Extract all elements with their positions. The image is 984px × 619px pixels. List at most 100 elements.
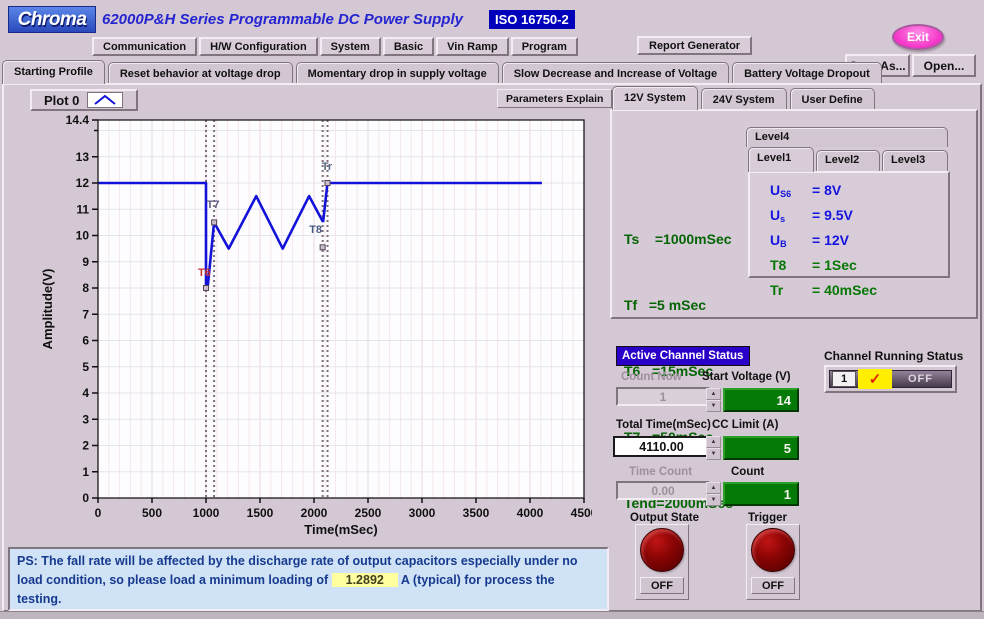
svg-text:14.4: 14.4: [66, 113, 90, 127]
trigger-knob[interactable]: [751, 528, 795, 572]
level-value-tr: Tr = 40mSec: [750, 280, 948, 305]
count-label: Count: [731, 466, 764, 478]
svg-text:500: 500: [142, 506, 162, 520]
count-control: ▲▼ 1: [706, 482, 799, 506]
level-value-us: Us = 9.5V: [750, 205, 948, 230]
start-voltage-control: ▲▼ 14: [706, 388, 799, 412]
svg-text:Amplitude(V): Amplitude(V): [40, 269, 55, 350]
tab-reset-behavior[interactable]: Reset behavior at voltage drop: [108, 62, 293, 84]
min-loading-value: 1.2892: [332, 573, 398, 587]
basic-button[interactable]: Basic: [383, 37, 434, 56]
svg-text:4000: 4000: [517, 506, 544, 520]
svg-text:2: 2: [82, 439, 89, 453]
tab-level4[interactable]: Level4: [746, 127, 948, 147]
menu-bar: Communication H/W Configuration System B…: [92, 37, 578, 56]
time-count-label: Time Count: [629, 466, 692, 478]
iso-standard-badge: ISO 16750-2: [489, 10, 575, 29]
svg-text:Tr: Tr: [322, 161, 333, 173]
svg-text:4: 4: [82, 386, 89, 400]
param-ts: Ts =1000mSec: [624, 228, 733, 250]
level-value-us6: US6 = 8V: [750, 180, 948, 205]
tab-24v-system[interactable]: 24V System: [701, 88, 787, 110]
svg-text:T6: T6: [198, 267, 211, 279]
waveform-caret-icon: [92, 94, 118, 106]
level-value-t8: T8 = 1Sec: [750, 255, 948, 280]
output-state-control: OFF: [635, 524, 689, 600]
svg-text:0: 0: [95, 506, 102, 520]
svg-text:2000: 2000: [301, 506, 328, 520]
count-now-field: 1: [616, 387, 710, 406]
level-value-ub: UB = 12V: [750, 230, 948, 255]
count-field[interactable]: 1: [723, 482, 799, 506]
output-state-label: Output State: [630, 512, 699, 524]
cc-limit-field[interactable]: 5: [723, 436, 799, 460]
svg-text:5: 5: [82, 360, 89, 374]
start-voltage-spinner[interactable]: ▲▼: [706, 388, 721, 412]
tab-momentary-drop[interactable]: Momentary drop in supply voltage: [296, 62, 499, 84]
svg-text:13: 13: [76, 150, 90, 164]
svg-text:Time(mSec): Time(mSec): [304, 522, 377, 537]
svg-text:11: 11: [76, 202, 89, 216]
tab-level3[interactable]: Level3: [882, 150, 948, 171]
start-voltage-label: Start Voltage (V): [702, 371, 791, 383]
param-tf: Tf =5 mSec: [624, 294, 733, 316]
total-time-label: Total Time(mSec): [616, 419, 711, 431]
ps-note: PS: The fall rate will be affected by th…: [8, 547, 609, 611]
tab-level2[interactable]: Level2: [816, 150, 880, 171]
svg-text:T8: T8: [309, 224, 322, 236]
svg-text:6: 6: [82, 334, 89, 348]
count-now-label: Count Now: [621, 371, 682, 383]
channel-check-icon: ✓: [858, 369, 892, 389]
tab-user-define[interactable]: User Define: [790, 88, 875, 110]
vin-ramp-button[interactable]: Vin Ramp: [436, 37, 509, 56]
report-generator-button[interactable]: Report Generator: [637, 36, 752, 55]
program-button[interactable]: Program: [511, 37, 578, 56]
svg-text:0: 0: [82, 491, 89, 505]
open-button[interactable]: Open...: [912, 54, 976, 77]
communication-button[interactable]: Communication: [92, 37, 197, 56]
hw-configuration-button[interactable]: H/W Configuration: [199, 37, 318, 56]
svg-text:12: 12: [76, 176, 90, 190]
time-count-field: 0.00: [616, 481, 710, 500]
channel-running-status-label: Channel Running Status: [824, 349, 963, 363]
channel-number: 1: [832, 371, 856, 387]
app-window: { "header": { "logo_text": "Chroma", "ti…: [0, 0, 984, 619]
count-spinner[interactable]: ▲▼: [706, 482, 721, 506]
svg-text:1500: 1500: [247, 506, 274, 520]
svg-text:3000: 3000: [409, 506, 436, 520]
svg-text:2500: 2500: [355, 506, 382, 520]
waveform-chart: 05001000150020002500300035004000450014.4…: [36, 106, 592, 540]
tab-12v-system[interactable]: 12V System: [612, 86, 698, 110]
tab-slow-decrease-increase[interactable]: Slow Decrease and Increase of Voltage: [502, 62, 729, 84]
channel-running-status-switch[interactable]: 1 ✓ OFF: [824, 365, 957, 393]
start-voltage-field[interactable]: 14: [723, 388, 799, 412]
svg-text:10: 10: [76, 229, 90, 243]
system-tabs: 12V System 24V System User Define: [612, 88, 878, 110]
channel-state: OFF: [892, 373, 949, 385]
svg-text:3500: 3500: [463, 506, 490, 520]
tab-starting-profile[interactable]: Starting Profile: [2, 60, 105, 84]
exit-button[interactable]: Exit: [892, 24, 944, 50]
total-time-field[interactable]: 4110.00: [613, 436, 710, 457]
svg-text:9: 9: [82, 255, 89, 269]
chroma-logo: Chroma: [8, 6, 96, 33]
output-state-knob[interactable]: [640, 528, 684, 572]
svg-text:3: 3: [82, 412, 89, 426]
trigger-indicator: OFF: [751, 577, 795, 594]
tab-level1[interactable]: Level1: [748, 147, 814, 172]
active-channel-status-header: Active Channel Status: [616, 346, 750, 366]
test-mode-tabs: Starting Profile Reset behavior at volta…: [2, 60, 885, 84]
svg-text:4500: 4500: [571, 506, 592, 520]
svg-text:8: 8: [82, 281, 89, 295]
cc-limit-spinner[interactable]: ▲▼: [706, 436, 721, 460]
system-button[interactable]: System: [320, 37, 381, 56]
tab-battery-voltage-dropout[interactable]: Battery Voltage Dropout: [732, 62, 882, 84]
cc-limit-control: ▲▼ 5: [706, 436, 799, 460]
svg-text:1: 1: [82, 465, 89, 479]
svg-text:T7: T7: [207, 199, 220, 211]
trigger-label: Trigger: [748, 512, 787, 524]
level1-values-panel: US6 = 8V Us = 9.5V UB = 12V T8 = 1Sec Tr…: [748, 171, 950, 278]
app-title: 62000P&H Series Programmable DC Power Su…: [102, 11, 463, 28]
bottom-strip: [0, 611, 984, 619]
output-state-indicator: OFF: [640, 577, 684, 594]
